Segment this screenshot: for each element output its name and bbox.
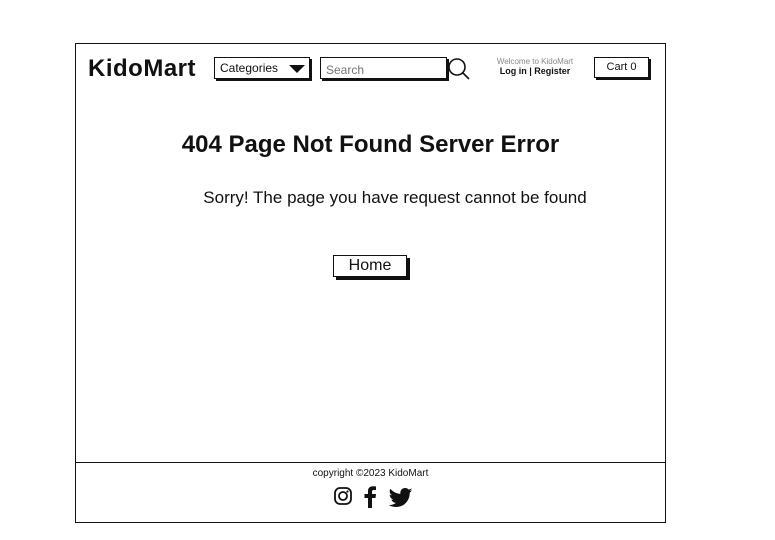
footer-divider: [75, 462, 666, 463]
categories-dropdown[interactable]: Categories: [214, 57, 310, 79]
twitter-icon[interactable]: [389, 488, 413, 508]
home-button[interactable]: Home: [333, 255, 407, 277]
page-title: 404 Page Not Found Server Error: [181, 131, 560, 158]
login-register-link[interactable]: Log in | Register: [480, 66, 590, 76]
welcome-text: Welcome to KidoMart: [496, 57, 574, 66]
site-logo[interactable]: KidoMart: [88, 55, 196, 83]
chevron-down-icon: [289, 65, 305, 73]
search-input[interactable]: [320, 57, 447, 79]
facebook-icon[interactable]: [363, 486, 377, 508]
categories-label: Categories: [220, 61, 279, 75]
social-links: [333, 486, 413, 512]
error-message: Sorry! The page you have request cannot …: [203, 188, 587, 207]
instagram-icon[interactable]: [333, 486, 353, 506]
page-frame: [75, 43, 666, 523]
copyright-text: copyright ©2023 KidoMart: [312, 468, 429, 479]
search-icon[interactable]: [447, 57, 471, 81]
cart-button[interactable]: Cart 0: [594, 57, 649, 78]
